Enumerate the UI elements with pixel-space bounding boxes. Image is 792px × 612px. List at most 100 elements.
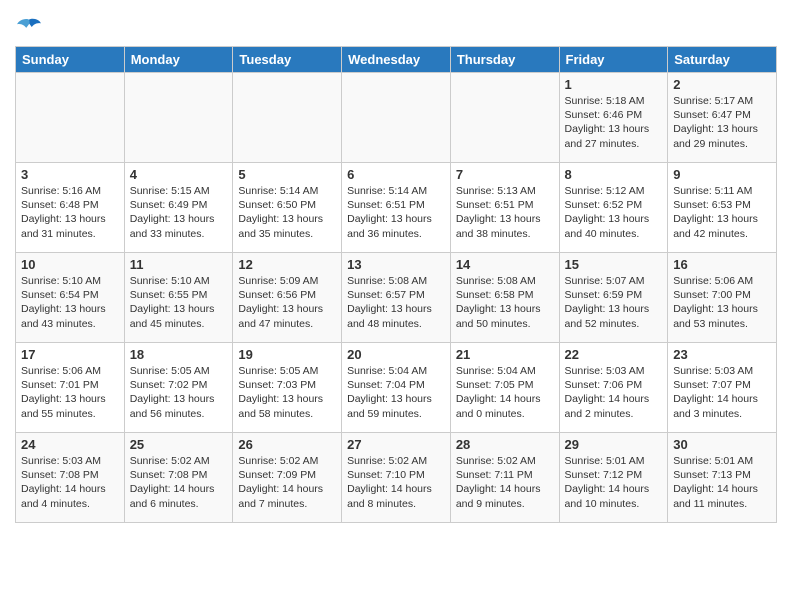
day-info: Sunrise: 5:02 AM Sunset: 7:10 PM Dayligh… [347,454,445,511]
day-info: Sunrise: 5:13 AM Sunset: 6:51 PM Dayligh… [456,184,554,241]
day-number: 18 [130,347,228,362]
calendar-header-tuesday: Tuesday [233,47,342,73]
calendar-week-2: 3 Sunrise: 5:16 AM Sunset: 6:48 PM Daylig… [16,163,777,253]
day-number: 19 [238,347,336,362]
calendar-cell: 3 Sunrise: 5:16 AM Sunset: 6:48 PM Daylig… [16,163,125,253]
calendar-cell: 16Sunrise: 5:06 AM Sunset: 7:00 PM Dayli… [668,253,777,343]
day-info: Sunrise: 5:18 AM Sunset: 6:46 PM Dayligh… [565,94,663,151]
day-number: 13 [347,257,445,272]
calendar-cell: 25 Sunrise: 5:02 AM Sunset: 7:08 PM Dayli… [124,433,233,523]
calendar-cell: 7 Sunrise: 5:13 AM Sunset: 6:51 PM Daylig… [450,163,559,253]
calendar-cell: 30 Sunrise: 5:01 AM Sunset: 7:13 PM Dayli… [668,433,777,523]
day-info: Sunrise: 5:03 AM Sunset: 7:07 PM Dayligh… [673,364,771,421]
calendar-cell: 8Sunrise: 5:12 AM Sunset: 6:52 PM Daylig… [559,163,668,253]
day-number: 12 [238,257,336,272]
day-info: Sunrise: 5:02 AM Sunset: 7:08 PM Dayligh… [130,454,228,511]
calendar-cell: 20 Sunrise: 5:04 AM Sunset: 7:04 PM Dayli… [342,343,451,433]
day-number: 27 [347,437,445,452]
day-number: 30 [673,437,771,452]
calendar-cell: 24 Sunrise: 5:03 AM Sunset: 7:08 PM Dayli… [16,433,125,523]
calendar-table: SundayMondayTuesdayWednesdayThursdayFrid… [15,46,777,523]
calendar-cell: 15 Sunrise: 5:07 AM Sunset: 6:59 PM Dayli… [559,253,668,343]
day-info: Sunrise: 5:02 AM Sunset: 7:09 PM Dayligh… [238,454,336,511]
day-info: Sunrise: 5:14 AM Sunset: 6:50 PM Dayligh… [238,184,336,241]
day-info: Sunrise: 5:03 AM Sunset: 7:06 PM Dayligh… [565,364,663,421]
calendar-cell: 9Sunrise: 5:11 AM Sunset: 6:53 PM Daylig… [668,163,777,253]
day-info: Sunrise: 5:09 AM Sunset: 6:56 PM Dayligh… [238,274,336,331]
day-number: 17 [21,347,119,362]
calendar-cell: 18 Sunrise: 5:05 AM Sunset: 7:02 PM Dayli… [124,343,233,433]
day-number: 23 [673,347,771,362]
calendar-cell [16,73,125,163]
calendar-week-4: 17 Sunrise: 5:06 AM Sunset: 7:01 PM Dayli… [16,343,777,433]
calendar-cell: 13 Sunrise: 5:08 AM Sunset: 6:57 PM Dayli… [342,253,451,343]
day-number: 9 [673,167,771,182]
day-info: Sunrise: 5:16 AM Sunset: 6:48 PM Dayligh… [21,184,119,241]
day-info: Sunrise: 5:07 AM Sunset: 6:59 PM Dayligh… [565,274,663,331]
day-info: Sunrise: 5:05 AM Sunset: 7:03 PM Dayligh… [238,364,336,421]
header [15,10,777,38]
calendar-header-saturday: Saturday [668,47,777,73]
day-number: 10 [21,257,119,272]
calendar-cell: 23 Sunrise: 5:03 AM Sunset: 7:07 PM Dayli… [668,343,777,433]
logo [15,16,47,38]
calendar-cell: 2 Sunrise: 5:17 AM Sunset: 6:47 PM Daylig… [668,73,777,163]
day-info: Sunrise: 5:05 AM Sunset: 7:02 PM Dayligh… [130,364,228,421]
calendar-week-5: 24 Sunrise: 5:03 AM Sunset: 7:08 PM Dayli… [16,433,777,523]
calendar-cell: 21Sunrise: 5:04 AM Sunset: 7:05 PM Dayli… [450,343,559,433]
calendar-cell: 28 Sunrise: 5:02 AM Sunset: 7:11 PM Dayli… [450,433,559,523]
calendar-cell: 6Sunrise: 5:14 AM Sunset: 6:51 PM Daylig… [342,163,451,253]
day-number: 26 [238,437,336,452]
day-number: 29 [565,437,663,452]
day-number: 11 [130,257,228,272]
day-info: Sunrise: 5:01 AM Sunset: 7:12 PM Dayligh… [565,454,663,511]
day-number: 7 [456,167,554,182]
day-info: Sunrise: 5:08 AM Sunset: 6:57 PM Dayligh… [347,274,445,331]
day-number: 2 [673,77,771,92]
calendar-header-wednesday: Wednesday [342,47,451,73]
calendar-cell: 11Sunrise: 5:10 AM Sunset: 6:55 PM Dayli… [124,253,233,343]
day-number: 6 [347,167,445,182]
calendar-header-friday: Friday [559,47,668,73]
calendar-header-monday: Monday [124,47,233,73]
day-info: Sunrise: 5:01 AM Sunset: 7:13 PM Dayligh… [673,454,771,511]
day-number: 28 [456,437,554,452]
calendar-cell: 26 Sunrise: 5:02 AM Sunset: 7:09 PM Dayli… [233,433,342,523]
day-number: 1 [565,77,663,92]
calendar-cell: 12 Sunrise: 5:09 AM Sunset: 6:56 PM Dayli… [233,253,342,343]
day-info: Sunrise: 5:04 AM Sunset: 7:05 PM Dayligh… [456,364,554,421]
day-info: Sunrise: 5:08 AM Sunset: 6:58 PM Dayligh… [456,274,554,331]
day-info: Sunrise: 5:10 AM Sunset: 6:54 PM Dayligh… [21,274,119,331]
day-info: Sunrise: 5:02 AM Sunset: 7:11 PM Dayligh… [456,454,554,511]
calendar-cell: 17 Sunrise: 5:06 AM Sunset: 7:01 PM Dayli… [16,343,125,433]
day-info: Sunrise: 5:03 AM Sunset: 7:08 PM Dayligh… [21,454,119,511]
day-info: Sunrise: 5:04 AM Sunset: 7:04 PM Dayligh… [347,364,445,421]
day-number: 25 [130,437,228,452]
bird-icon [15,16,43,38]
day-number: 3 [21,167,119,182]
day-number: 14 [456,257,554,272]
calendar-cell [124,73,233,163]
calendar-header-sunday: Sunday [16,47,125,73]
day-info: Sunrise: 5:17 AM Sunset: 6:47 PM Dayligh… [673,94,771,151]
calendar-week-1: 1 Sunrise: 5:18 AM Sunset: 6:46 PM Daylig… [16,73,777,163]
calendar-week-3: 10 Sunrise: 5:10 AM Sunset: 6:54 PM Dayli… [16,253,777,343]
calendar-cell: 19 Sunrise: 5:05 AM Sunset: 7:03 PM Dayli… [233,343,342,433]
calendar-cell: 10 Sunrise: 5:10 AM Sunset: 6:54 PM Dayli… [16,253,125,343]
calendar-cell: 14 Sunrise: 5:08 AM Sunset: 6:58 PM Dayli… [450,253,559,343]
calendar-cell: 1 Sunrise: 5:18 AM Sunset: 6:46 PM Daylig… [559,73,668,163]
calendar-cell: 29 Sunrise: 5:01 AM Sunset: 7:12 PM Dayli… [559,433,668,523]
day-number: 24 [21,437,119,452]
calendar-header-thursday: Thursday [450,47,559,73]
calendar-cell: 27 Sunrise: 5:02 AM Sunset: 7:10 PM Dayli… [342,433,451,523]
calendar-cell [342,73,451,163]
day-number: 5 [238,167,336,182]
day-number: 20 [347,347,445,362]
day-info: Sunrise: 5:15 AM Sunset: 6:49 PM Dayligh… [130,184,228,241]
day-number: 15 [565,257,663,272]
calendar-cell: 5 Sunrise: 5:14 AM Sunset: 6:50 PM Daylig… [233,163,342,253]
day-info: Sunrise: 5:12 AM Sunset: 6:52 PM Dayligh… [565,184,663,241]
day-number: 16 [673,257,771,272]
day-info: Sunrise: 5:06 AM Sunset: 7:01 PM Dayligh… [21,364,119,421]
calendar-cell: 4Sunrise: 5:15 AM Sunset: 6:49 PM Daylig… [124,163,233,253]
